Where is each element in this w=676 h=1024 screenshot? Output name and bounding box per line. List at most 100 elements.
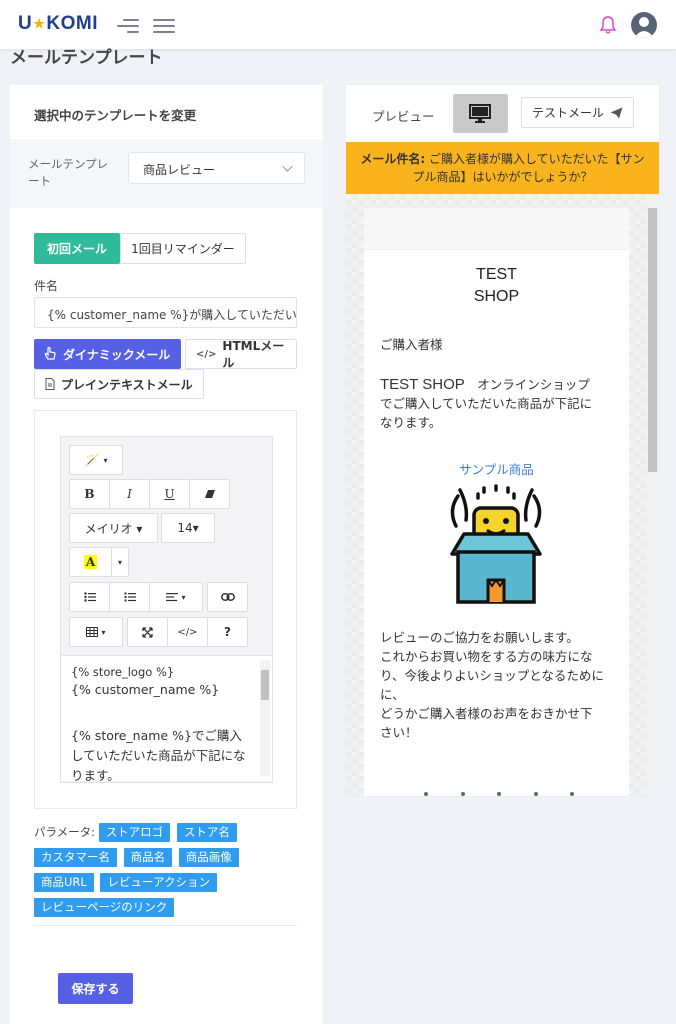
template-editor-panel: 選択中のテンプレートを変更 メールテンプレート 商品レビュー 初回メール 1回目…	[10, 85, 323, 1024]
document-icon	[45, 378, 55, 390]
font-color-dropdown[interactable]: ▾	[111, 547, 129, 577]
plain-text-mail-button[interactable]: プレインテキストメール	[34, 369, 204, 399]
template-select[interactable]: 商品レビュー	[128, 152, 305, 184]
star-icon	[497, 792, 501, 796]
magic-wand-icon: 🪄	[84, 453, 100, 467]
fullscreen-button[interactable]	[127, 617, 168, 647]
preview-label: プレビュー	[372, 109, 435, 124]
dynamic-mail-button[interactable]: ダイナミックメール	[34, 339, 181, 369]
test-mail-label: テストメール	[531, 106, 604, 120]
editor-scrollbar[interactable]	[260, 660, 270, 776]
param-tag-product-url[interactable]: 商品URL	[34, 873, 94, 892]
editor-content-area[interactable]: {% store_logo %} {% customer_name %} {% …	[61, 655, 272, 781]
logo-text-right: KOMI	[46, 13, 98, 34]
editor-line: {% customer_name %}	[71, 682, 220, 697]
chevron-down-icon	[282, 161, 293, 172]
bold-button[interactable]: B	[69, 479, 110, 509]
params-label: パラメータ:	[34, 825, 96, 839]
greeting: ご購入者様	[380, 337, 443, 352]
param-tag-review-page-link[interactable]: レビューページのリンク	[34, 898, 175, 917]
panel-heading: 選択中のテンプレートを変更	[10, 85, 323, 141]
hamburger-menu-icon[interactable]	[153, 17, 175, 33]
numbered-list-icon	[124, 592, 136, 602]
desktop-preview-button[interactable]	[453, 94, 508, 133]
ordered-list-button[interactable]	[109, 582, 150, 612]
notification-bell-icon[interactable]	[598, 15, 618, 35]
star-icon	[533, 792, 538, 796]
intro-shop-name: TEST SHOP	[380, 376, 465, 393]
paper-plane-icon	[610, 107, 623, 118]
editor-container: 🪄 ▾ B I U メイリオ ▾ 14▾ A ▾ ▾ ▾ </> ? {% st…	[34, 410, 297, 809]
star-icon	[424, 792, 428, 796]
star-icon	[460, 792, 465, 796]
body-line: どうかご購入者様のお声をおきかせ下	[380, 706, 593, 721]
dynamic-mail-label: ダイナミックメール	[63, 347, 171, 362]
preview-scrollbar[interactable]	[646, 194, 659, 796]
font-color-icon: A	[83, 555, 98, 569]
body-paragraph: レビューのご協力をお願いします。 これからお買い物をする方の味方にな り、今後よ…	[380, 628, 625, 742]
expand-icon	[142, 626, 153, 638]
star-icon	[570, 792, 574, 796]
param-tag-review-action[interactable]: レビューアクション	[100, 873, 217, 892]
editor-line: {% store_logo %}	[71, 665, 175, 679]
param-tag-product-name[interactable]: 商品名	[123, 848, 173, 867]
shop-name-line: TEST	[476, 266, 517, 283]
body-line: これからお買い物をする方の味方にな	[380, 649, 593, 664]
preview-scroll-thumb[interactable]	[648, 208, 657, 472]
preview-tab-row: プレビュー テストメール	[346, 85, 659, 142]
font-color-button[interactable]: A	[69, 547, 112, 577]
plain-text-mail-label: プレインテキストメール	[61, 377, 193, 392]
param-tag-store-name[interactable]: ストア名	[176, 823, 237, 842]
test-mail-button[interactable]: テストメール	[521, 97, 634, 128]
font-size-select[interactable]: 14▾	[161, 513, 215, 543]
page-title: メールテンプレート	[10, 48, 163, 68]
logo[interactable]: U ★ KOMI	[18, 13, 98, 35]
table-icon	[86, 627, 99, 637]
paragraph-align-button[interactable]: ▾	[149, 582, 203, 612]
param-tag-customer-name[interactable]: カスタマー名	[34, 848, 117, 867]
insert-link-button[interactable]	[207, 582, 248, 612]
subject-input[interactable]: {% customer_name %}が購入していただいた	[34, 297, 297, 328]
underline-button[interactable]: U	[149, 479, 190, 509]
code-view-button[interactable]: </>	[167, 617, 208, 647]
logo-text-left: U	[18, 13, 33, 34]
eraser-icon	[204, 490, 215, 498]
mail-subject-bar: メール件名: ご購入者様が購入していただいた【サンプル商品】はいかがでしょうか？	[346, 142, 659, 194]
editor-line: していただいた商品が下記にな	[71, 748, 246, 763]
tab-first-reminder[interactable]: 1回目リマインダー	[120, 233, 246, 264]
unordered-list-button[interactable]	[69, 582, 110, 612]
body-line: レビューのご協力をお願いします。	[380, 630, 579, 645]
rating-stars-partial	[424, 792, 574, 796]
eraser-button[interactable]	[189, 479, 230, 509]
link-icon	[220, 593, 235, 601]
editor-line: ります。	[71, 768, 120, 781]
preview-panel: プレビュー テストメール メール件名: ご購入者様が購入していただいた【サンプル…	[346, 85, 659, 796]
italic-button[interactable]: I	[109, 479, 150, 509]
collapse-menu-icon[interactable]	[117, 17, 139, 33]
html-mail-button[interactable]: </> HTMLメール	[185, 339, 297, 370]
mail-preview-frame: TEST SHOP ご購入者様 TEST SHOP オンラインショップ でご購入…	[346, 194, 659, 796]
magic-style-button[interactable]: 🪄 ▾	[69, 445, 123, 475]
hand-pointer-icon	[44, 347, 56, 360]
template-select-row: メールテンプレート 商品レビュー	[10, 142, 323, 208]
param-tag-store-logo[interactable]: ストアロゴ	[98, 823, 171, 842]
param-tag-product-image[interactable]: 商品画像	[178, 848, 239, 867]
logo-star-icon: ★	[33, 16, 46, 31]
rich-text-editor: 🪄 ▾ B I U メイリオ ▾ 14▾ A ▾ ▾ ▾ </> ? {% st…	[60, 436, 273, 783]
chevron-down-icon: ▾	[181, 592, 186, 602]
user-avatar[interactable]	[631, 12, 657, 38]
save-button[interactable]: 保存する	[58, 973, 133, 1004]
product-link[interactable]: サンプル商品	[364, 459, 629, 478]
editor-scroll-thumb[interactable]	[261, 670, 269, 700]
html-mail-label: HTMLメール	[222, 339, 285, 370]
body-line: さい！	[380, 725, 418, 740]
insert-table-button[interactable]: ▾	[69, 617, 123, 647]
body-line: に、	[380, 687, 405, 702]
help-button[interactable]: ?	[207, 617, 248, 647]
font-family-select[interactable]: メイリオ ▾	[69, 513, 158, 543]
tab-first-mail[interactable]: 初回メール	[34, 233, 120, 264]
intro-text: オンラインショップ	[464, 377, 590, 392]
monitor-icon	[469, 104, 491, 123]
product-box-image	[450, 484, 542, 604]
shop-name-line: SHOP	[473, 288, 520, 305]
